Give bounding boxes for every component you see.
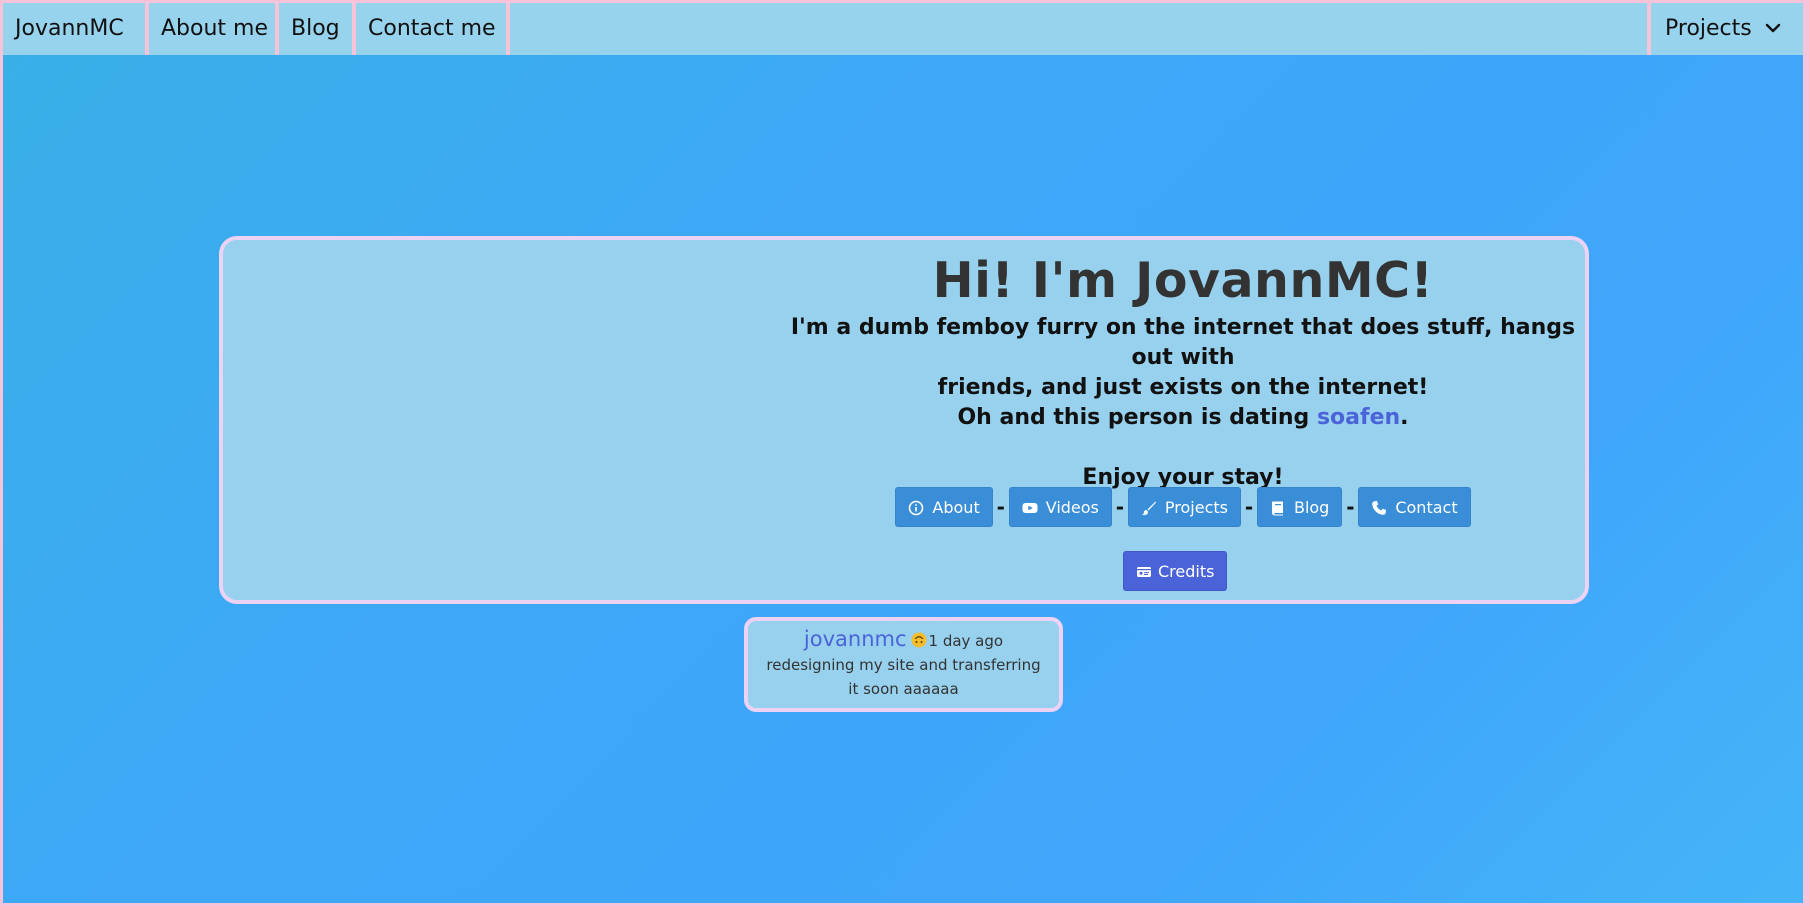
contact-button[interactable]: Contact xyxy=(1358,487,1471,527)
hero-spacer xyxy=(783,433,1583,463)
phone-icon xyxy=(1372,501,1387,515)
button-separator: - xyxy=(996,495,1005,519)
nav-about-link[interactable]: About me xyxy=(149,3,279,55)
page-frame: JovannMC About me Blog Contact me Projec… xyxy=(3,3,1803,903)
status-card: jovannmc 1 day ago redesigning my site an… xyxy=(744,617,1063,712)
youtube-icon xyxy=(1022,503,1038,513)
brush-icon xyxy=(1141,501,1156,516)
hero-content: Hi! I'm JovannMC! I'm a dumb femboy furr… xyxy=(783,240,1583,591)
status-username-link[interactable]: jovannmc xyxy=(804,627,907,651)
nav-contact-link[interactable]: Contact me xyxy=(356,3,510,55)
soafen-link[interactable]: soafen xyxy=(1317,405,1400,430)
page-title: Hi! I'm JovannMC! xyxy=(932,252,1434,309)
status-timestamp: 1 day ago xyxy=(928,632,1004,650)
projects-button[interactable]: Projects xyxy=(1127,487,1241,527)
top-navbar: JovannMC About me Blog Contact me Projec… xyxy=(3,3,1803,55)
info-icon xyxy=(909,500,924,516)
status-header: jovannmc 1 day ago xyxy=(748,625,1059,653)
about-button[interactable]: About xyxy=(895,487,993,527)
about-button-label: About xyxy=(932,498,980,517)
hero-dating-line: Oh and this person is dating soafen. xyxy=(783,403,1583,433)
book-icon xyxy=(1271,501,1283,516)
upside-down-face-icon xyxy=(911,632,927,648)
nav-blog-link[interactable]: Blog xyxy=(279,3,356,55)
projects-button-label: Projects xyxy=(1164,498,1228,517)
hero-dating-prefix: Oh and this person is dating xyxy=(957,405,1317,430)
nav-projects-dropdown[interactable]: Projects xyxy=(1647,3,1803,55)
hero-dating-suffix: . xyxy=(1400,405,1409,430)
videos-button-label: Videos xyxy=(1045,498,1099,517)
credits-button-label: Credits xyxy=(1158,562,1215,581)
hero-intro-line-1: I'm a dumb femboy furry on the internet … xyxy=(790,315,1576,370)
id-card-icon xyxy=(1137,567,1151,577)
videos-button[interactable]: Videos xyxy=(1008,487,1112,527)
credits-button[interactable]: Credits xyxy=(1123,551,1228,591)
contact-button-label: Contact xyxy=(1395,498,1458,517)
hero-intro: I'm a dumb femboy furry on the internet … xyxy=(783,313,1583,493)
hero-card: Hi! I'm JovannMC! I'm a dumb femboy furr… xyxy=(219,236,1589,604)
button-separator: - xyxy=(1115,495,1125,519)
hero-intro-line-2: friends, and just exists on the internet… xyxy=(937,375,1429,400)
blog-button[interactable]: Blog xyxy=(1256,487,1343,527)
chevron-down-icon xyxy=(1765,23,1781,33)
button-separator: - xyxy=(1244,495,1254,519)
nav-projects-label: Projects xyxy=(1665,16,1752,41)
blog-button-label: Blog xyxy=(1293,498,1330,517)
nav-home-link[interactable]: JovannMC xyxy=(3,3,149,55)
hero-button-row: About - Videos - Projects - Blog - Conta… xyxy=(783,487,1583,527)
status-message: redesigning my site and transferring it … xyxy=(766,656,1041,698)
button-separator: - xyxy=(1346,495,1355,519)
